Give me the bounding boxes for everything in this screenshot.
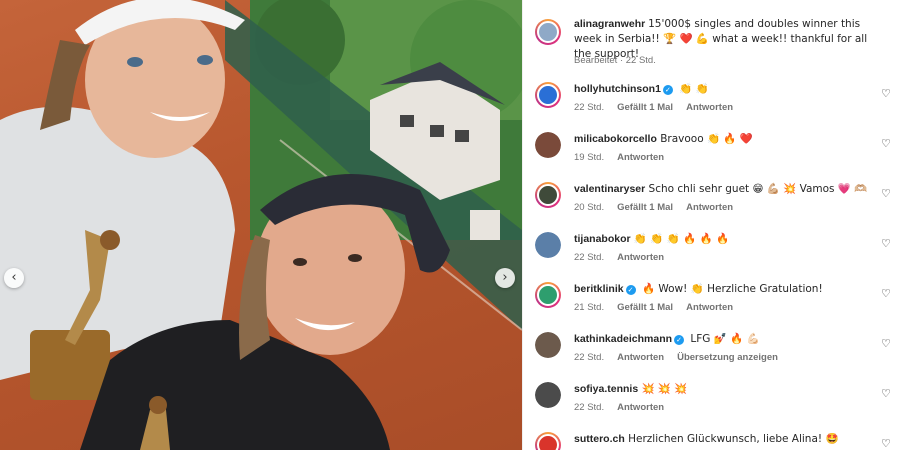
comment-text: kathinkadeichmann ✓ LFG 💅 🔥 💪🏻 xyxy=(574,332,879,347)
comment-time: 19 Std. xyxy=(574,152,605,163)
comment-body: 👏 👏 👏 🔥 🔥 🔥 xyxy=(630,233,730,245)
verified-badge-icon: ✓ xyxy=(674,335,685,345)
reply-button[interactable]: Antworten xyxy=(686,202,733,213)
commenter-username[interactable]: milicabokorcello xyxy=(574,133,657,145)
comment-time: 22 Std. xyxy=(574,352,605,363)
commenter-avatar[interactable] xyxy=(535,132,561,158)
reply-button[interactable]: Antworten xyxy=(617,352,664,363)
heart-icon[interactable]: ♡ xyxy=(881,88,893,100)
comment-time: 21 Std. xyxy=(574,302,605,313)
commenter-username[interactable]: sofiya.tennis xyxy=(574,383,638,395)
comment-text: hollyhutchinson1 ✓ 👏 👏 xyxy=(574,82,879,97)
verified-badge-icon: ✓ xyxy=(662,85,673,95)
comment-time: 22 Std. xyxy=(574,252,605,263)
comment-meta: 22 Std. Antworten Übersetzung anzeigen xyxy=(574,352,791,363)
chevron-left-icon: ‹ xyxy=(11,270,17,285)
comment-text: sofiya.tennis 💥 💥 💥 xyxy=(574,382,879,397)
comment-like-count[interactable]: Gefällt 1 Mal xyxy=(617,102,673,113)
comment-like-count[interactable]: Gefällt 1 Mal xyxy=(617,302,673,313)
heart-icon[interactable]: ♡ xyxy=(881,338,893,350)
comment-meta: 20 Std. Gefällt 1 Mal Antworten xyxy=(574,202,746,213)
chevron-right-icon: › xyxy=(502,270,508,285)
post-photo[interactable]: ‹ › xyxy=(0,0,522,450)
commenter-avatar[interactable] xyxy=(535,432,561,450)
comment-meta: 22 Std. Antworten xyxy=(574,402,677,413)
heart-icon[interactable]: ♡ xyxy=(881,288,893,300)
commenter-avatar[interactable] xyxy=(535,182,561,208)
verified-badge-icon: ✓ xyxy=(625,285,636,295)
commenter-username[interactable]: suttero.ch xyxy=(574,433,625,445)
commenter-avatar[interactable] xyxy=(535,232,561,258)
commenter-avatar[interactable] xyxy=(535,82,561,108)
comment-text: tijanabokor 👏 👏 👏 🔥 🔥 🔥 xyxy=(574,232,879,247)
comment-body: 👏 👏 xyxy=(675,83,709,95)
reply-button[interactable]: Antworten xyxy=(686,302,733,313)
comment-time: 20 Std. xyxy=(574,202,605,213)
comment-body: 🔥 Wow! 👏 Herzliche Gratulation! xyxy=(638,283,823,295)
caption-meta: Bearbeitet · 22 Std. xyxy=(574,55,656,66)
carousel-prev-button[interactable]: ‹ xyxy=(4,268,24,288)
commenter-username[interactable]: valentinaryser xyxy=(574,183,645,195)
heart-icon[interactable]: ♡ xyxy=(881,438,893,450)
commenter-avatar[interactable] xyxy=(535,282,561,308)
commenter-username[interactable]: beritklinik xyxy=(574,283,624,295)
comment-meta: 22 Std. Antworten xyxy=(574,252,677,263)
comment-time: 22 Std. xyxy=(574,402,605,413)
translate-button[interactable]: Übersetzung anzeigen xyxy=(677,352,778,363)
comment-body: LFG 💅 🔥 💪🏻 xyxy=(687,333,760,345)
comment-meta: 19 Std. Antworten xyxy=(574,152,677,163)
comment-body: Herzlichen Glückwunsch, liebe Alina! 🤩 xyxy=(624,433,839,445)
heart-icon[interactable]: ♡ xyxy=(881,238,893,250)
heart-icon[interactable]: ♡ xyxy=(881,138,893,150)
commenter-username[interactable]: tijanabokor xyxy=(574,233,631,245)
reply-button[interactable]: Antworten xyxy=(617,152,664,163)
comment-text: valentinaryser Scho chli sehr guet 😁 💪🏼 … xyxy=(574,182,879,197)
reply-button[interactable]: Antworten xyxy=(617,252,664,263)
comment-body: Bravooo 👏 🔥 ❤️ xyxy=(656,133,753,145)
photo-illustration xyxy=(0,0,522,450)
author-username[interactable]: alinagranwehr xyxy=(574,18,645,30)
comments-panel[interactable]: alinagranwehr 15'000$ singles and double… xyxy=(522,0,900,450)
comment-body: Scho chli sehr guet 😁 💪🏼 💥 Vamos 💗 🫶🏼 xyxy=(645,183,868,195)
comment-text: beritklinik ✓ 🔥 Wow! 👏 Herzliche Gratulat… xyxy=(574,282,879,297)
comment-meta: 22 Std. Gefällt 1 Mal Antworten xyxy=(574,102,746,113)
comment-meta: 21 Std. Gefällt 1 Mal Antworten xyxy=(574,302,746,313)
comment-text: milicabokorcello Bravooo 👏 🔥 ❤️ xyxy=(574,132,879,147)
comment-time: 22 Std. xyxy=(574,102,605,113)
reply-button[interactable]: Antworten xyxy=(617,402,664,413)
comment-body: 💥 💥 💥 xyxy=(638,383,688,395)
commenter-avatar[interactable] xyxy=(535,332,561,358)
reply-button[interactable]: Antworten xyxy=(686,102,733,113)
carousel-next-button[interactable]: › xyxy=(495,268,515,288)
heart-icon[interactable]: ♡ xyxy=(881,188,893,200)
heart-icon[interactable]: ♡ xyxy=(881,388,893,400)
comment-like-count[interactable]: Gefällt 1 Mal xyxy=(617,202,673,213)
comment-text: suttero.ch Herzlichen Glückwunsch, liebe… xyxy=(574,432,879,447)
commenter-avatar[interactable] xyxy=(535,382,561,408)
author-avatar[interactable] xyxy=(535,19,561,45)
commenter-username[interactable]: hollyhutchinson1 xyxy=(574,83,661,95)
commenter-username[interactable]: kathinkadeichmann xyxy=(574,333,672,345)
